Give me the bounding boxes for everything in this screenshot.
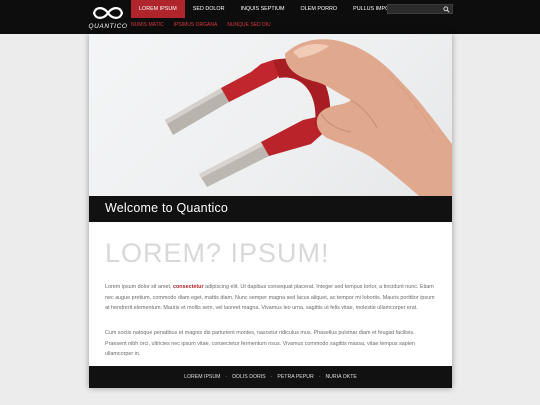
footer-link-nuria-okte[interactable]: NURIA OKTE: [325, 374, 356, 380]
main-nav: LOREM IPSUM SED DOLOR INQUIS SEPTIUM OLE…: [131, 0, 405, 18]
para1-text-start: Lorem ipsum dolor sit amet,: [105, 284, 174, 290]
footer-link-lorem-ipsum[interactable]: LOREM IPSUM: [184, 374, 220, 380]
sub-nav: NUMIS MATIC IPSIMUS ORGANA NUNQUE SED DI…: [131, 22, 271, 28]
welcome-title: Welcome to Quantico: [105, 201, 229, 215]
subnav-item-numis-matic[interactable]: NUMIS MATIC: [131, 22, 164, 28]
search-box: [387, 4, 453, 14]
page-headline: LOREM? IPSUM!: [105, 238, 330, 268]
nav-item-olem-porro[interactable]: OLEM PORRO: [293, 0, 346, 18]
welcome-band: Welcome to Quantico: [89, 196, 452, 222]
search-icon[interactable]: [443, 6, 450, 13]
magnet-hand-image: [165, 39, 452, 196]
hero-image: [89, 34, 452, 196]
logo[interactable]: QUANTICO: [88, 3, 128, 32]
nav-item-lorem-ipsum[interactable]: LOREM IPSUM: [131, 0, 185, 18]
footer-link-petra-pepur[interactable]: PETRA PEPUR: [277, 374, 313, 380]
second-paragraph: Cum sociis natoque penatibus et magnis d…: [105, 330, 415, 357]
search-input[interactable]: [390, 5, 440, 13]
main-content: LOREM? IPSUM! Lorem ipsum dolor sit amet…: [89, 222, 452, 366]
nav-item-inquis-septium[interactable]: INQUIS SEPTIUM: [233, 0, 293, 18]
page-container: Welcome to Quantico LOREM? IPSUM! Lorem …: [89, 34, 452, 388]
subnav-item-nunque-sed-diu[interactable]: NUNQUE SED DIU: [227, 22, 270, 28]
footer-link-dolis-doris[interactable]: DOLIS DORIS: [232, 374, 265, 380]
footer-separator: -: [225, 374, 228, 380]
infinity-logo-icon: [92, 7, 124, 19]
footer: LOREM IPSUM - DOLIS DORIS - PETRA PEPUR …: [89, 366, 452, 388]
intro-paragraph: Lorem ipsum dolor sit amet, consectetur …: [105, 282, 435, 314]
footer-separator: -: [318, 374, 321, 380]
footer-separator: -: [270, 374, 273, 380]
subnav-item-ipsimus-organa[interactable]: IPSIMUS ORGANA: [174, 22, 218, 28]
nav-item-sed-dolor[interactable]: SED DOLOR: [185, 0, 233, 18]
brand-name: QUANTICO: [88, 23, 128, 30]
consectetur-link[interactable]: consectetur: [173, 284, 204, 290]
top-header: QUANTICO LOREM IPSUM SED DOLOR INQUIS SE…: [0, 0, 540, 34]
